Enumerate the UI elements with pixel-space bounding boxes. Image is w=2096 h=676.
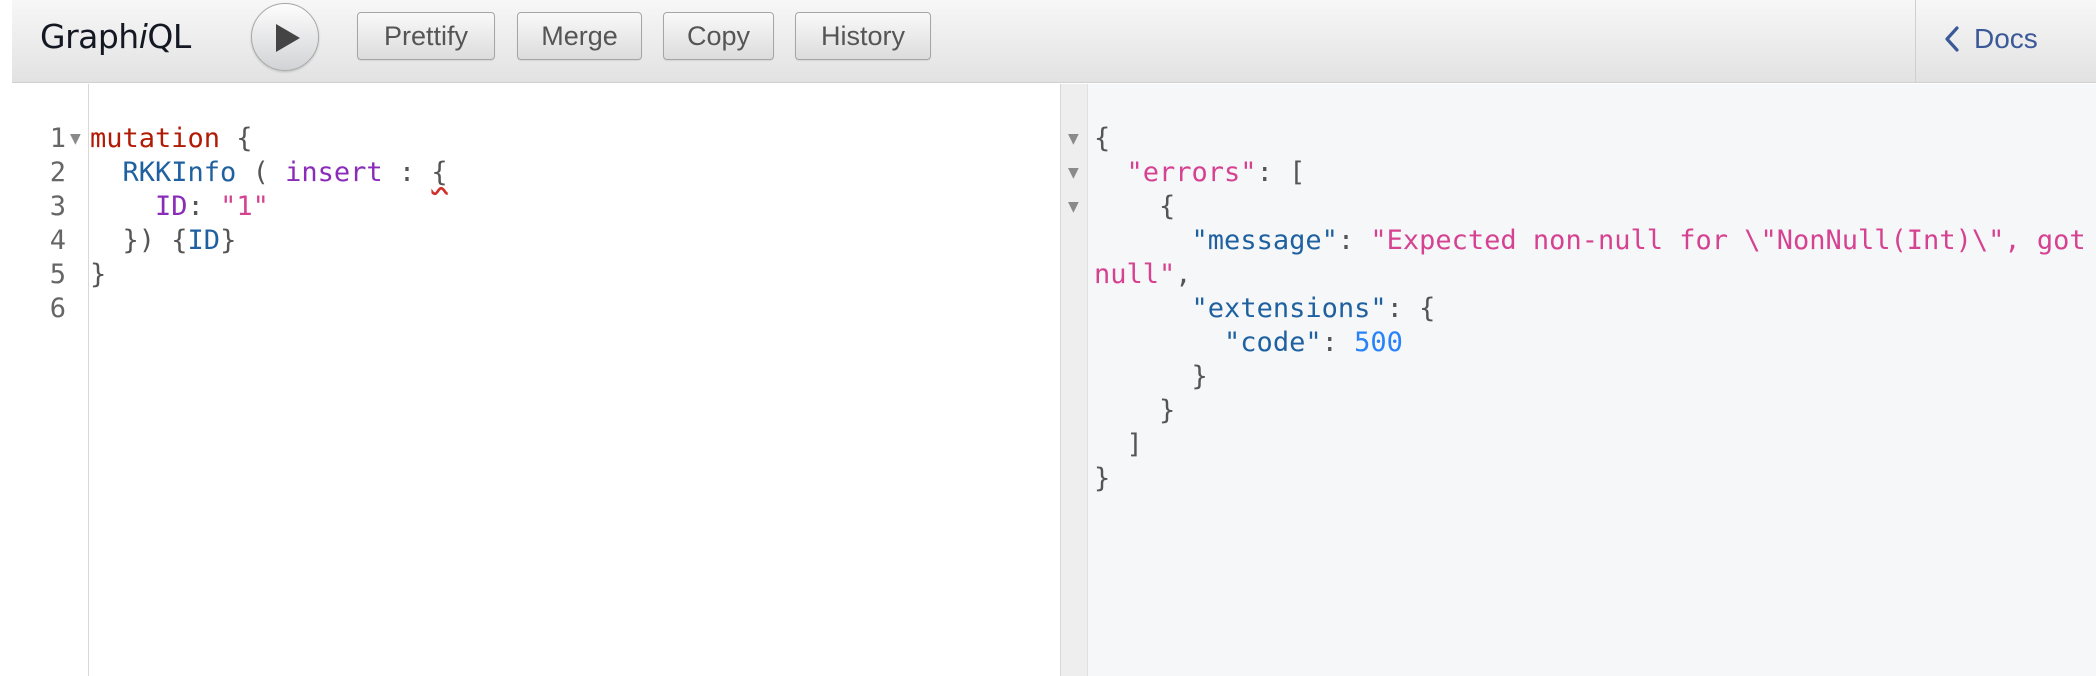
play-icon xyxy=(276,24,300,52)
fold-arrow-icon[interactable]: ▼ xyxy=(1068,122,1079,156)
result-line: ] xyxy=(1126,429,1143,460)
line-number: 1 xyxy=(49,123,66,154)
docs-label: Docs xyxy=(1974,23,2038,54)
execute-query-button[interactable] xyxy=(251,3,319,71)
result-line: null", xyxy=(1094,259,1192,290)
query-editor[interactable]: mutation { RKKInfo ( insert : { ID: "1" … xyxy=(90,84,1060,676)
copy-button[interactable]: Copy xyxy=(663,12,774,60)
prettify-button[interactable]: Prettify xyxy=(357,12,495,60)
line-number: 2 xyxy=(49,157,66,188)
app-title: GraphiQL xyxy=(40,17,191,56)
result-viewer: { "errors": [ { "message": "Expected non… xyxy=(1088,84,2096,676)
results-gutter: ▼ ▼ ▼ xyxy=(1060,84,1088,676)
result-line: { xyxy=(1159,191,1176,222)
result-line: { xyxy=(1094,123,1111,154)
toolbar: GraphiQL Prettify Merge Copy History Doc… xyxy=(12,0,2096,83)
result-line: "extensions": { xyxy=(1191,293,1436,324)
graphiql-app: GraphiQL Prettify Merge Copy History Doc… xyxy=(12,0,2096,676)
result-line: } xyxy=(1159,395,1176,426)
result-line: "code": 500 xyxy=(1224,327,1403,358)
line-number: 5 xyxy=(49,259,66,290)
line-number: 3 xyxy=(49,191,66,222)
code-line: } xyxy=(90,259,107,290)
chevron-left-icon xyxy=(1945,26,1959,52)
code-line: }) {ID} xyxy=(90,225,237,256)
fold-arrow-icon[interactable]: ▼ xyxy=(1068,190,1079,224)
line-number-gutter: 1 ▼ 2 3 4 5 6 xyxy=(12,84,89,676)
fold-arrow-icon[interactable]: ▼ xyxy=(1068,156,1079,190)
code-line: ID: "1" xyxy=(155,191,269,222)
result-line: } xyxy=(1094,463,1111,494)
result-line: "message": "Expected non-null for \"NonN… xyxy=(1191,225,2086,256)
code-line: RKKInfo ( insert : { xyxy=(122,157,448,188)
docs-panel-toggle-area: Docs xyxy=(1915,0,2096,83)
result-line: } xyxy=(1191,361,1208,392)
code-line: mutation { xyxy=(90,123,253,154)
fold-arrow-icon[interactable]: ▼ xyxy=(70,122,81,156)
history-button[interactable]: History xyxy=(795,12,931,60)
line-number: 6 xyxy=(49,293,66,324)
docs-button[interactable]: Docs xyxy=(1944,19,2038,59)
syntax-error-marker: { xyxy=(431,157,448,188)
result-line: "errors": [ xyxy=(1126,157,1306,188)
line-number: 4 xyxy=(49,225,66,256)
merge-button[interactable]: Merge xyxy=(517,12,642,60)
